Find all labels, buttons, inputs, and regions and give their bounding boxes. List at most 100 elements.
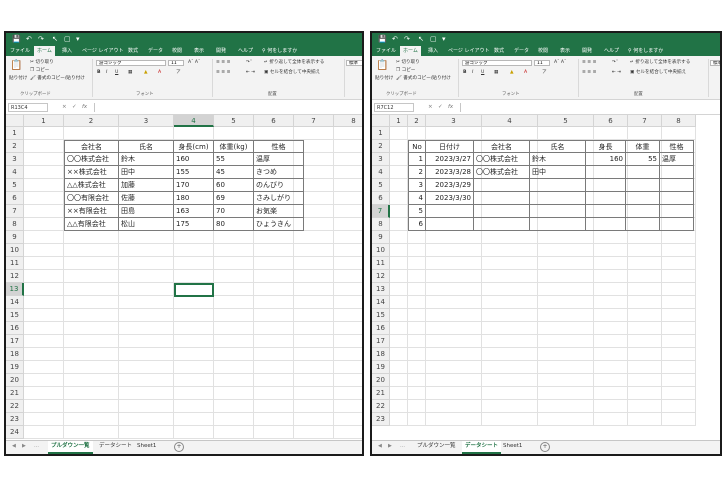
wrap-text-button[interactable]: ↵ 折り返して全体を表示する: [630, 60, 690, 66]
grid-cell[interactable]: [24, 257, 64, 270]
row-header[interactable]: 1: [6, 127, 24, 140]
grid-cell[interactable]: [426, 348, 482, 361]
bold-button[interactable]: B: [463, 70, 467, 76]
grid-cell[interactable]: [538, 244, 594, 257]
row-header[interactable]: 12: [372, 270, 390, 283]
table-cell[interactable]: 163: [174, 205, 214, 218]
table-header-cell[interactable]: 体重(kg): [214, 140, 254, 153]
phonetic-icon[interactable]: ア: [176, 70, 181, 76]
function-icon[interactable]: fx: [448, 103, 453, 112]
grid-cell[interactable]: [334, 374, 362, 387]
grid-cell[interactable]: [594, 270, 628, 283]
grid-cell[interactable]: [594, 335, 628, 348]
grid-cell[interactable]: [24, 426, 64, 439]
grid-cell[interactable]: [24, 231, 64, 244]
grid-cell[interactable]: [408, 231, 426, 244]
grid-cell[interactable]: [408, 400, 426, 413]
grid-cell[interactable]: [538, 257, 594, 270]
column-header[interactable]: 3: [119, 115, 174, 127]
grid-cell[interactable]: [24, 348, 64, 361]
grid-cell[interactable]: [64, 309, 119, 322]
grid-cell[interactable]: [662, 322, 696, 335]
grid-cell[interactable]: [119, 309, 174, 322]
grid-cell[interactable]: [408, 374, 426, 387]
grid-cell[interactable]: [390, 179, 408, 192]
table-cell[interactable]: △△有限会社: [64, 218, 119, 231]
row-header[interactable]: 2: [372, 140, 390, 153]
grid-cell[interactable]: [628, 231, 662, 244]
grid-cell[interactable]: [426, 400, 482, 413]
tell-me-search[interactable]: ⚲ 何をしますか: [628, 46, 663, 56]
grid-cell[interactable]: [426, 127, 482, 140]
grid-cell[interactable]: [334, 166, 362, 179]
table-cell[interactable]: 175: [174, 218, 214, 231]
save-icon[interactable]: 💾: [12, 34, 21, 44]
grid-cell[interactable]: [662, 283, 696, 296]
grid-cell[interactable]: [408, 270, 426, 283]
row-header[interactable]: 10: [372, 244, 390, 257]
grid-cell[interactable]: [174, 127, 214, 140]
grid-cell[interactable]: [119, 257, 174, 270]
grid-cell[interactable]: [214, 270, 254, 283]
paste-button[interactable]: 貼り付け: [375, 76, 393, 82]
table-cell[interactable]: 60: [214, 179, 254, 192]
add-sheet-icon[interactable]: +: [540, 442, 550, 452]
grid-cell[interactable]: [628, 387, 662, 400]
align-left-icon[interactable]: ≡ ≡ ≡: [216, 70, 230, 76]
column-header[interactable]: 8: [334, 115, 362, 127]
grid-cell[interactable]: [426, 231, 482, 244]
table-cell[interactable]: [530, 192, 586, 205]
grid-cell[interactable]: [408, 283, 426, 296]
grid-cell[interactable]: [594, 309, 628, 322]
table-header-cell[interactable]: 身長(cm): [174, 140, 214, 153]
grid-cell[interactable]: [64, 322, 119, 335]
grid-cell[interactable]: [294, 127, 334, 140]
bold-button[interactable]: B: [97, 70, 101, 76]
grid-cell[interactable]: [594, 374, 628, 387]
grid-cell[interactable]: [174, 270, 214, 283]
table-cell[interactable]: 2023/3/28: [426, 166, 474, 179]
grid-cell[interactable]: [408, 335, 426, 348]
grid-cell[interactable]: [24, 296, 64, 309]
grid-cell[interactable]: [254, 322, 294, 335]
grid-cell[interactable]: [24, 140, 64, 153]
grid-cell[interactable]: [119, 335, 174, 348]
align-top-icon[interactable]: ≡ ≡ ≡: [216, 60, 230, 66]
cut-button[interactable]: ✂ 切り取り: [396, 60, 420, 66]
table-cell[interactable]: [426, 205, 474, 218]
grid-cell[interactable]: [390, 257, 408, 270]
phonetic-icon[interactable]: ア: [542, 70, 547, 76]
grid-cell[interactable]: [482, 400, 538, 413]
grid-cell[interactable]: [254, 270, 294, 283]
grid-cell[interactable]: [482, 231, 538, 244]
grid-cell[interactable]: [294, 309, 334, 322]
grid-cell[interactable]: [174, 400, 214, 413]
sheet-tab-data[interactable]: データシート: [462, 441, 502, 454]
grid-cell[interactable]: [64, 296, 119, 309]
row-header[interactable]: 16: [372, 322, 390, 335]
grid-cell[interactable]: [538, 283, 594, 296]
grid-cell[interactable]: [24, 192, 64, 205]
row-header[interactable]: 14: [6, 296, 24, 309]
sheet-tab-data[interactable]: データシート: [96, 441, 135, 452]
grid-cell[interactable]: [119, 270, 174, 283]
grid-cell[interactable]: [64, 400, 119, 413]
grid-cell[interactable]: [426, 309, 482, 322]
table-cell[interactable]: ××株式会社: [64, 166, 119, 179]
grid-cell[interactable]: [174, 231, 214, 244]
grid-cell[interactable]: [334, 244, 362, 257]
grid-cell[interactable]: [24, 413, 64, 426]
grid-cell[interactable]: [594, 413, 628, 426]
grid-cell[interactable]: [426, 244, 482, 257]
grid-cell[interactable]: [294, 387, 334, 400]
grid-cell[interactable]: [24, 309, 64, 322]
grid-cell[interactable]: [119, 127, 174, 140]
tab-data[interactable]: データ: [514, 46, 529, 56]
grid-cell[interactable]: [174, 322, 214, 335]
grid-cell[interactable]: [64, 374, 119, 387]
grid-cell[interactable]: [334, 270, 362, 283]
grid-cell[interactable]: [390, 283, 408, 296]
grid-cell[interactable]: [119, 348, 174, 361]
font-color-icon[interactable]: A: [158, 70, 161, 76]
grid-cell[interactable]: [294, 361, 334, 374]
